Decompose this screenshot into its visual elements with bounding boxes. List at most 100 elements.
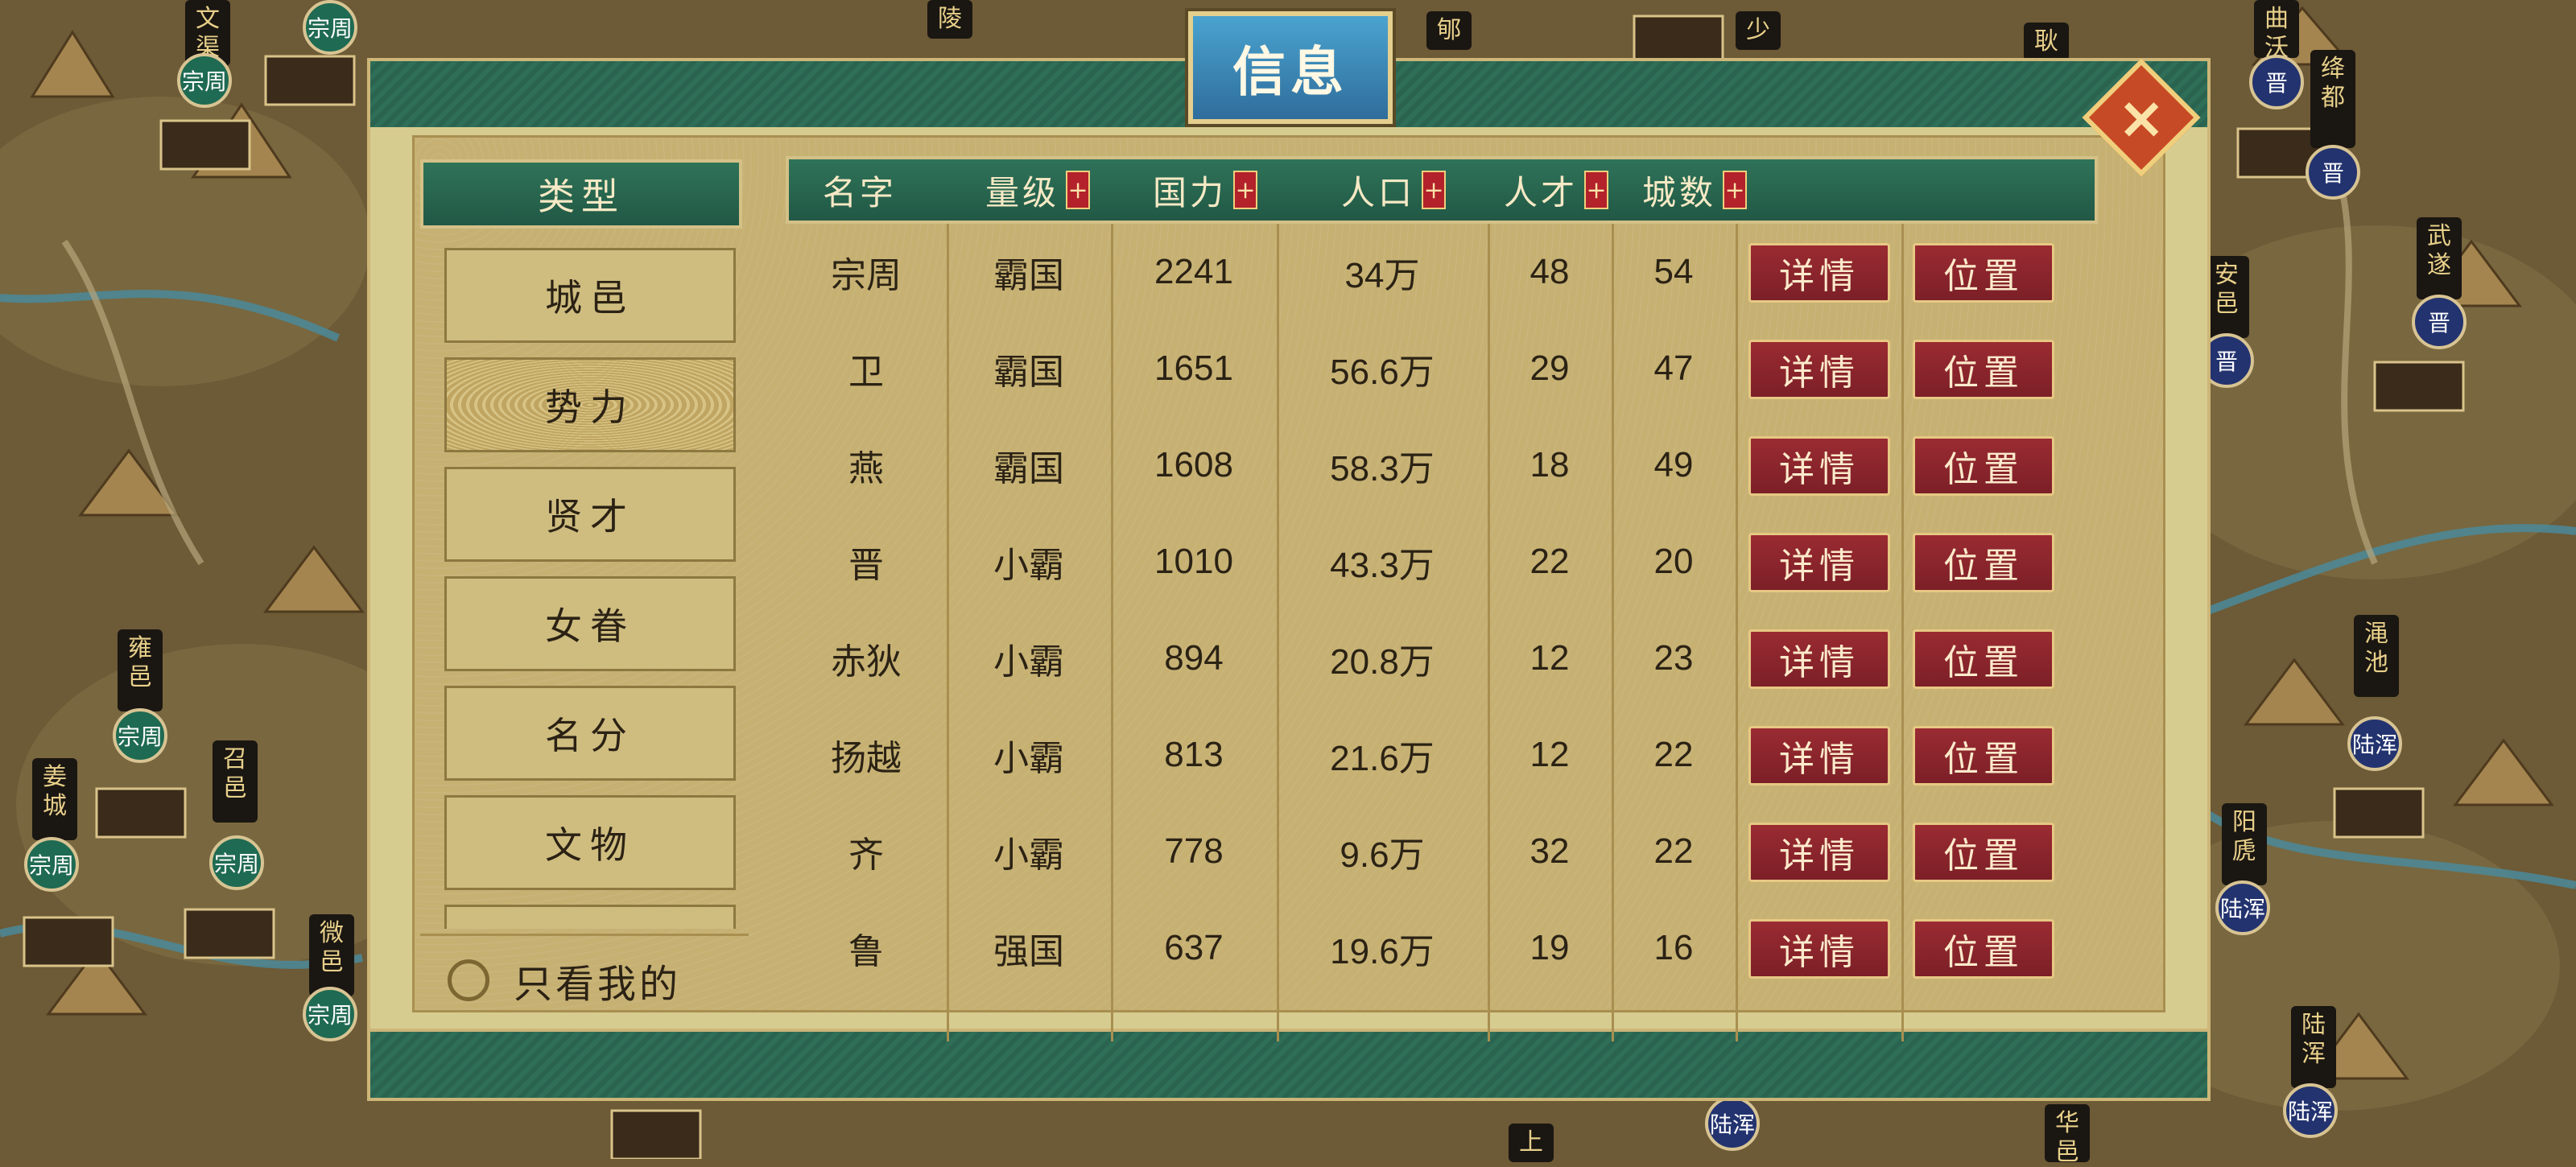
sort-talent-button[interactable]: + (1584, 171, 1609, 209)
table-row: 扬越 小霸 813 21.6万 12 22 详情 位置 (786, 707, 2098, 803)
table-row: 齐 小霸 778 9.6万 32 22 详情 位置 (786, 803, 2098, 900)
faction-badge-luhun[interactable]: 陆浑 (2347, 716, 2402, 771)
map-city-tag[interactable]: 渑池 (2354, 615, 2399, 697)
cell-talent: 19 (1530, 928, 1570, 967)
cell-talent: 48 (1530, 252, 1570, 291)
location-button[interactable]: 位置 (1913, 243, 2054, 303)
cell-talent: 32 (1530, 831, 1570, 871)
map-city-tag[interactable]: 安邑 (2204, 256, 2249, 338)
map-city-tag[interactable]: 少 (1736, 11, 1781, 50)
category-more[interactable] (444, 905, 736, 929)
cell-rank: 霸国 (993, 352, 1064, 393)
table-row: 鲁 强国 637 19.6万 19 16 详情 位置 (786, 900, 2098, 996)
column-header-population: 人口 + (1341, 159, 1447, 221)
faction-badge-zongzhou[interactable]: 宗周 (177, 53, 232, 108)
map-city-tag[interactable]: 武遂 (2417, 217, 2462, 299)
cell-rank: 小霸 (993, 738, 1064, 779)
only-mine-toggle[interactable]: 只看我的 (420, 934, 749, 1025)
map-city-tag[interactable]: 雍邑 (118, 629, 163, 711)
table-row: 宗周 霸国 2241 34万 48 54 详情 位置 (786, 224, 2098, 320)
map-city-tag[interactable]: 华邑 (2045, 1104, 2090, 1166)
radio-icon[interactable] (448, 959, 489, 1001)
sort-population-button[interactable]: + (1422, 171, 1447, 209)
column-header-power: 国力 + (1153, 159, 1258, 221)
detail-button[interactable]: 详情 (1748, 823, 1890, 882)
location-button[interactable]: 位置 (1913, 629, 2054, 689)
faction-badge-jin[interactable]: 晋 (2306, 145, 2360, 200)
cell-name: 赤狄 (831, 641, 902, 682)
cell-talent: 12 (1530, 735, 1570, 774)
cell-population: 56.6万 (1330, 353, 1435, 392)
faction-badge-jin[interactable]: 晋 (2249, 55, 2304, 109)
map-city-tag[interactable]: 绛都 (2310, 50, 2355, 148)
table-row: 赤狄 小霸 894 20.8万 12 23 详情 位置 (786, 610, 2098, 707)
location-button[interactable]: 位置 (1913, 436, 2054, 496)
map-city-tag[interactable]: 姜城 (32, 758, 77, 840)
sort-rank-button[interactable]: + (1066, 171, 1091, 209)
faction-badge-zongzhou[interactable]: 宗周 (303, 0, 357, 55)
detail-button[interactable]: 详情 (1748, 919, 1890, 979)
column-header-name: 名字 (823, 172, 898, 212)
cell-power: 637 (1164, 928, 1224, 967)
faction-badge-zongzhou[interactable]: 宗周 (24, 837, 79, 892)
location-button[interactable]: 位置 (1913, 919, 2054, 979)
category-panel: 类型 城邑 势力 贤才 女眷 名分 文物 只看我的 (420, 159, 749, 1019)
cell-name: 宗周 (831, 255, 902, 296)
category-header: 类型 (420, 159, 742, 229)
category-titles[interactable]: 名分 (444, 686, 736, 781)
category-factions[interactable]: 势力 (444, 357, 736, 452)
faction-badge-luhun[interactable]: 陆浑 (2283, 1083, 2338, 1138)
map-city-tag[interactable]: 召邑 (213, 740, 258, 823)
faction-badge-zongzhou[interactable]: 宗周 (113, 708, 167, 763)
cell-population: 58.3万 (1330, 449, 1435, 489)
detail-button[interactable]: 详情 (1748, 726, 1890, 786)
cell-cities: 20 (1653, 542, 1694, 581)
faction-badge-luhun[interactable]: 陆浑 (2215, 880, 2270, 935)
map-city-tag[interactable]: 微邑 (309, 914, 354, 996)
faction-badge-zongzhou[interactable]: 宗周 (303, 987, 357, 1041)
detail-button[interactable]: 详情 (1748, 340, 1890, 399)
sort-power-button[interactable]: + (1233, 171, 1258, 209)
detail-button[interactable]: 详情 (1748, 243, 1890, 303)
sort-cities-button[interactable]: + (1723, 171, 1748, 209)
cell-talent: 29 (1530, 348, 1570, 388)
map-city-tag[interactable]: 郇 (1426, 11, 1472, 50)
location-button[interactable]: 位置 (1913, 533, 2054, 592)
category-cities[interactable]: 城邑 (444, 248, 736, 343)
location-button[interactable]: 位置 (1913, 823, 2054, 882)
cell-talent: 18 (1530, 445, 1570, 485)
cell-power: 778 (1164, 831, 1224, 871)
location-button[interactable]: 位置 (1913, 726, 2054, 786)
map-city-tag[interactable]: 陆浑 (2291, 1006, 2336, 1088)
cell-power: 1651 (1154, 348, 1233, 388)
cell-power: 1608 (1154, 445, 1233, 485)
category-relics[interactable]: 文物 (444, 795, 736, 890)
category-women[interactable]: 女眷 (444, 576, 736, 671)
cell-population: 34万 (1344, 256, 1420, 295)
map-city-tag[interactable]: 曲沃 (2254, 0, 2299, 62)
map-city-tag[interactable]: 陵 (927, 0, 972, 39)
detail-button[interactable]: 详情 (1748, 533, 1890, 592)
cell-name: 晋 (848, 545, 884, 586)
info-dialog: 信息 × 类型 城邑 势力 贤才 女眷 名分 文物 只看我的 名字 量级 + 国… (367, 8, 2211, 1101)
cell-rank: 强国 (993, 931, 1064, 972)
map-city-tag[interactable]: 阳虒 (2222, 803, 2267, 885)
map-city-tag[interactable]: 上 (1509, 1124, 1554, 1162)
faction-badge-luhun[interactable]: 陆浑 (1705, 1096, 1760, 1151)
category-talents[interactable]: 贤才 (444, 467, 736, 562)
cell-name: 卫 (848, 352, 884, 393)
detail-button[interactable]: 详情 (1748, 629, 1890, 689)
column-header-talent: 人才 + (1504, 159, 1609, 221)
cell-cities: 54 (1653, 252, 1694, 291)
faction-badge-zongzhou[interactable]: 宗周 (209, 835, 264, 890)
column-header-rank: 量级 + (985, 159, 1091, 221)
column-header-cities: 城数 + (1642, 159, 1748, 221)
detail-button[interactable]: 详情 (1748, 436, 1890, 496)
cell-power: 894 (1164, 638, 1224, 678)
cell-name: 齐 (848, 835, 884, 876)
cell-cities: 49 (1653, 445, 1694, 485)
location-button[interactable]: 位置 (1913, 340, 2054, 399)
close-icon: × (2116, 83, 2166, 151)
faction-badge-jin[interactable]: 晋 (2412, 295, 2467, 349)
map-city-tag[interactable]: 耿 (2024, 23, 2069, 61)
